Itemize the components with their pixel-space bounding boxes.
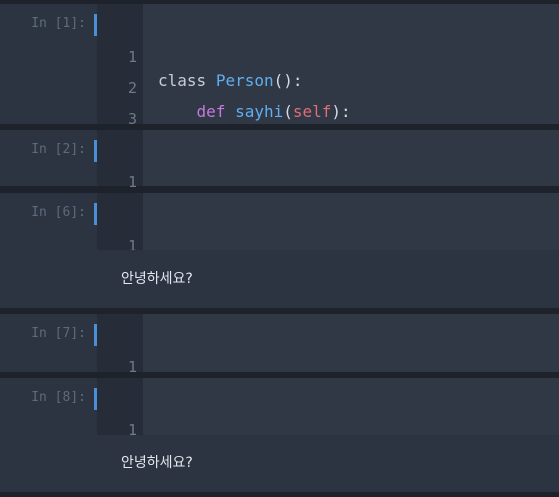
code-editor[interactable]: 1 b.sayhi() — [128, 378, 559, 463]
cell-prompt: In [7]: — [31, 326, 86, 341]
cell-prompt: In [1]: — [31, 16, 86, 31]
cell-prompt: In [6]: — [31, 205, 86, 220]
code-line: 1 class Person(): — [128, 21, 303, 90]
line-number: 1 — [127, 48, 137, 66]
code-token: self — [292, 102, 332, 121]
output-text: 안녕하세요? — [121, 271, 193, 287]
line-number: 3 — [127, 110, 137, 128]
line-number: 1 — [127, 358, 137, 376]
code-cell-2[interactable]: In [2]: 1 a = Person() — [0, 130, 559, 215]
line-number: 2 — [127, 79, 137, 97]
code-line: 1 b.sayhi() — [128, 394, 245, 463]
code-cell-3[interactable]: In [6]: 1 a.sayhi() — [0, 193, 559, 279]
code-token: Person — [215, 71, 274, 90]
code-line: 1 a = Person() — [128, 146, 274, 215]
cell-prompt: In [2]: — [31, 142, 86, 157]
code-editor[interactable]: 1 a.sayhi() — [128, 193, 559, 279]
code-token: (): — [273, 71, 303, 90]
code-line: 1 a.sayhi() — [128, 210, 245, 279]
cell-prompt: In [8]: — [31, 390, 86, 405]
code-token: ): — [331, 102, 351, 121]
code-editor[interactable]: 1 a = Person() — [128, 130, 559, 215]
code-editor[interactable]: 1 b = Person() — [128, 314, 559, 400]
code-token: def — [196, 102, 226, 121]
code-cell-5[interactable]: In [8]: 1 b.sayhi() — [0, 378, 559, 463]
code-line: 1 b = Person() — [128, 331, 274, 400]
output-text: 안녕하세요? — [121, 455, 193, 471]
code-token: sayhi — [235, 102, 284, 121]
code-cell-1[interactable]: In [1]: 1 class Person(): 2 def sayhi(se… — [0, 4, 559, 152]
cell-output-3: 안녕하세요? — [0, 250, 559, 308]
code-token: ( — [283, 102, 293, 121]
line-number: 1 — [127, 173, 137, 191]
cell-output-5: 안녕하세요? — [0, 435, 559, 492]
code-cell-4[interactable]: In [7]: 1 b = Person() — [0, 314, 559, 400]
code-editor[interactable]: 1 class Person(): 2 def sayhi(self): 3 p… — [128, 4, 559, 152]
code-line: 2 def sayhi(self): — [128, 52, 351, 121]
code-line: 3 print("안녕하세요?") — [128, 83, 405, 152]
